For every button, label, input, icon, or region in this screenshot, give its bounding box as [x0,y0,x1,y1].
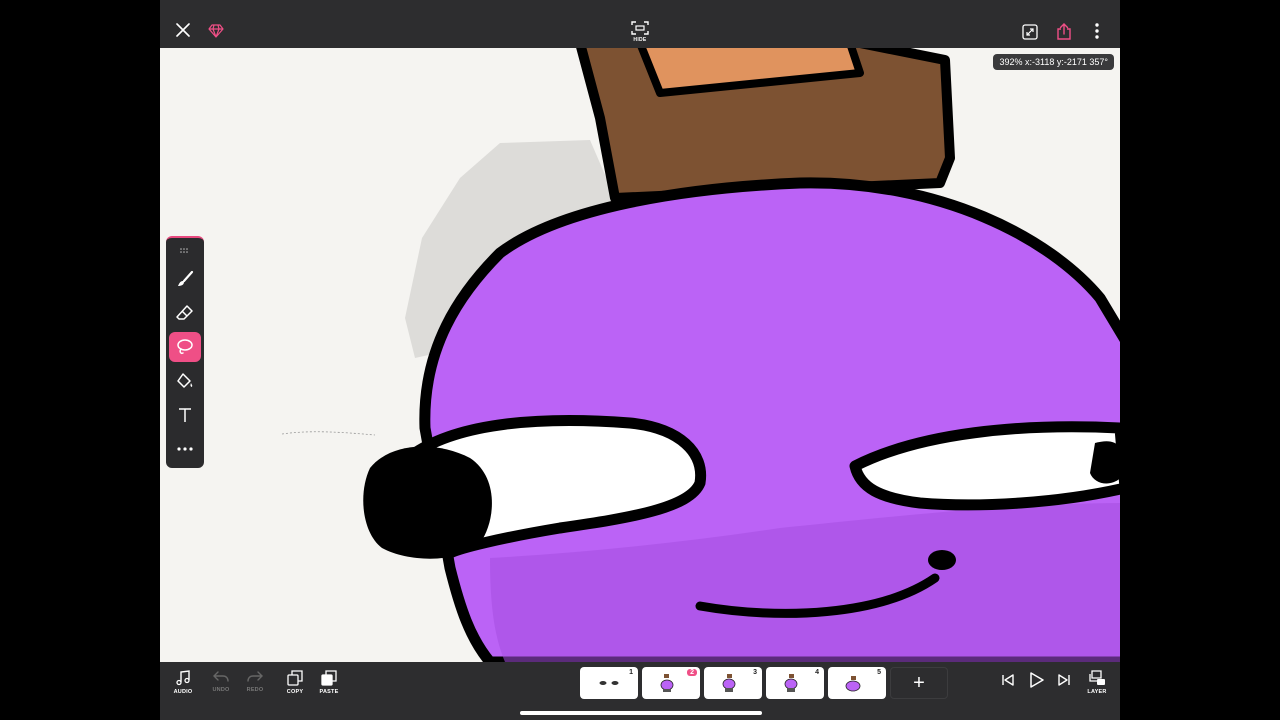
text-icon [179,408,191,422]
flipaclip-app: HIDE 392% x:-3118 y:-2171 357° AUDIO UND… [160,0,1120,720]
copy-button[interactable]: COPY [280,670,310,700]
drawing-canvas[interactable]: 392% x:-3118 y:-2171 357° [160,48,1120,662]
hide-ui-button[interactable]: HIDE [626,18,654,46]
frame-number: 2 [687,669,697,676]
brush-tool[interactable] [169,264,201,294]
more-menu-button[interactable] [1088,21,1106,41]
undo-label: UNDO [212,687,230,693]
home-indicator [520,711,762,715]
undo-button[interactable]: UNDO [206,670,236,700]
brush-icon [178,270,194,286]
top-toolbar: HIDE [160,0,1120,48]
skip-forward-icon [1058,674,1070,686]
lasso-icon [177,339,193,354]
fill-tool[interactable] [169,366,201,396]
redo-button[interactable]: REDO [240,670,270,700]
paint-bucket-icon [177,373,193,388]
frame-thumbnail[interactable]: 5 [828,667,886,699]
lasso-tool[interactable] [169,332,201,362]
eraser-icon [176,305,193,320]
more-tools-button[interactable] [169,434,201,464]
last-frame-button[interactable] [1049,673,1079,703]
add-frame-button[interactable]: + [890,667,948,699]
frame-thumbnail[interactable]: 1 [580,667,638,699]
layers-icon [1089,670,1105,685]
share-button[interactable] [1054,21,1074,41]
close-button[interactable] [172,19,194,41]
premium-button[interactable] [206,21,226,41]
frame-number: 1 [629,669,633,676]
play-icon [1030,672,1044,688]
frame-number: 3 [753,669,757,676]
artwork [281,48,1120,662]
close-icon [176,23,190,37]
skip-back-icon [1002,674,1014,686]
copy-label: COPY [286,689,304,695]
gem-icon [208,24,224,38]
play-button[interactable] [1021,672,1051,702]
paste-label: PASTE [319,689,339,695]
frame-number: 4 [815,669,819,676]
fit-screen-button[interactable] [1020,22,1040,42]
copy-icon [287,670,303,686]
eraser-tool[interactable] [169,298,201,328]
audio-button[interactable]: AUDIO [168,670,198,700]
grip-icon [180,247,188,253]
undo-icon [213,671,229,682]
first-frame-button[interactable] [993,673,1023,703]
tool-palette [166,236,204,468]
left-pupil [363,446,492,559]
share-icon [1057,22,1071,40]
text-tool[interactable] [169,400,201,430]
frame-thumbnail[interactable]: 4 [766,667,824,699]
hide-label: HIDE [633,37,647,43]
hide-ui-icon [631,21,649,35]
bottom-toolbar: AUDIO UNDO REDO COPY PASTE 1 2 3 4 5 + L… [160,662,1120,720]
zoom-readout: 392% x:-3118 y:-2171 357° [993,54,1114,70]
frame-number: 5 [877,669,881,676]
music-note-icon [176,670,190,686]
fit-screen-icon [1022,24,1038,40]
more-vertical-icon [1095,23,1099,39]
layer-label: LAYER [1087,689,1107,695]
redo-icon [247,671,263,682]
frame-thumbnail-current[interactable]: 2 [642,667,700,699]
layer-button[interactable]: LAYER [1082,670,1112,700]
paste-button[interactable]: PASTE [314,670,344,700]
redo-label: REDO [246,687,264,693]
plus-icon: + [913,671,925,694]
audio-label: AUDIO [173,689,193,695]
palette-grip-handle[interactable] [169,242,201,258]
frame-thumbnail[interactable]: 3 [704,667,762,699]
paste-icon [321,670,337,686]
more-horizontal-icon [177,447,193,451]
